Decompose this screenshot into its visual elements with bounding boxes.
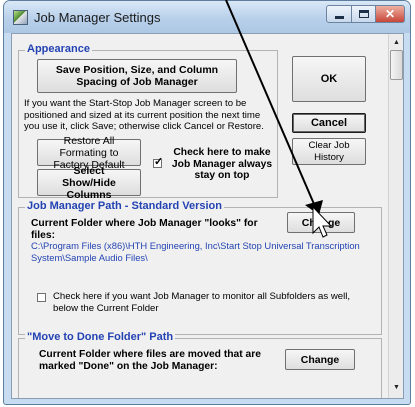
done-folder-label: Current Folder where files are moved tha… bbox=[39, 349, 262, 372]
scroll-up-arrow-icon[interactable]: ▲ bbox=[390, 35, 403, 50]
done-path-legend: "Move to Done Folder" Path bbox=[25, 331, 176, 343]
always-on-top-label: Check here to make Job Manager always st… bbox=[171, 147, 273, 181]
minimize-icon bbox=[334, 15, 344, 19]
job-path-group: Job Manager Path - Standard Version Curr… bbox=[18, 200, 382, 335]
save-help-text: If you want the Start-Stop Job Manager s… bbox=[24, 98, 264, 132]
job-folder-label: Current Folder where Job Manager "looks"… bbox=[31, 218, 258, 241]
checkmark-icon: ✓ bbox=[154, 156, 164, 168]
settings-panel: Appearance Save Position, Size, and Colu… bbox=[11, 33, 404, 399]
appearance-legend: Appearance bbox=[25, 43, 92, 55]
show-hide-columns-button[interactable]: Select Show/Hide Columns bbox=[37, 165, 141, 201]
job-folder-change-button[interactable]: Change bbox=[287, 212, 355, 233]
subfolders-label: Check here if you want Job Manager to mo… bbox=[53, 291, 351, 314]
job-path-legend: Job Manager Path - Standard Version bbox=[25, 200, 224, 212]
maximize-icon bbox=[358, 10, 369, 18]
job-folder-path: C:\Program Files (x86)\HTH Engineering, … bbox=[31, 240, 360, 263]
save-position-button[interactable]: Save Position, Size, and Column Spacing … bbox=[37, 59, 237, 93]
app-icon bbox=[13, 10, 28, 25]
settings-window: Job Manager Settings ✕ Appearance Save P… bbox=[3, 0, 411, 405]
maximize-button[interactable] bbox=[351, 5, 376, 23]
title-bar[interactable]: Job Manager Settings ✕ bbox=[4, 1, 410, 33]
scroll-down-arrow-icon[interactable]: ▼ bbox=[390, 380, 403, 395]
done-path-group: "Move to Done Folder" Path Current Folde… bbox=[18, 331, 382, 398]
subfolders-checkbox[interactable] bbox=[37, 293, 46, 302]
minimize-button[interactable] bbox=[326, 5, 352, 23]
cancel-button[interactable]: Cancel bbox=[292, 113, 366, 133]
window-title: Job Manager Settings bbox=[34, 10, 161, 25]
close-icon: ✕ bbox=[384, 7, 396, 21]
always-on-top-checkbox[interactable]: ✓ bbox=[153, 156, 164, 168]
scrollbar-thumb[interactable] bbox=[390, 50, 403, 80]
appearance-group: Appearance Save Position, Size, and Colu… bbox=[18, 43, 278, 201]
done-folder-change-button[interactable]: Change bbox=[285, 349, 355, 370]
close-button[interactable]: ✕ bbox=[375, 5, 405, 23]
vertical-scrollbar[interactable]: ▲ ▼ bbox=[388, 34, 403, 398]
clear-history-button[interactable]: Clear Job History bbox=[292, 138, 366, 165]
restore-defaults-button[interactable]: Restore All Formating to Factory Default bbox=[37, 135, 141, 171]
ok-button[interactable]: OK bbox=[292, 56, 366, 102]
